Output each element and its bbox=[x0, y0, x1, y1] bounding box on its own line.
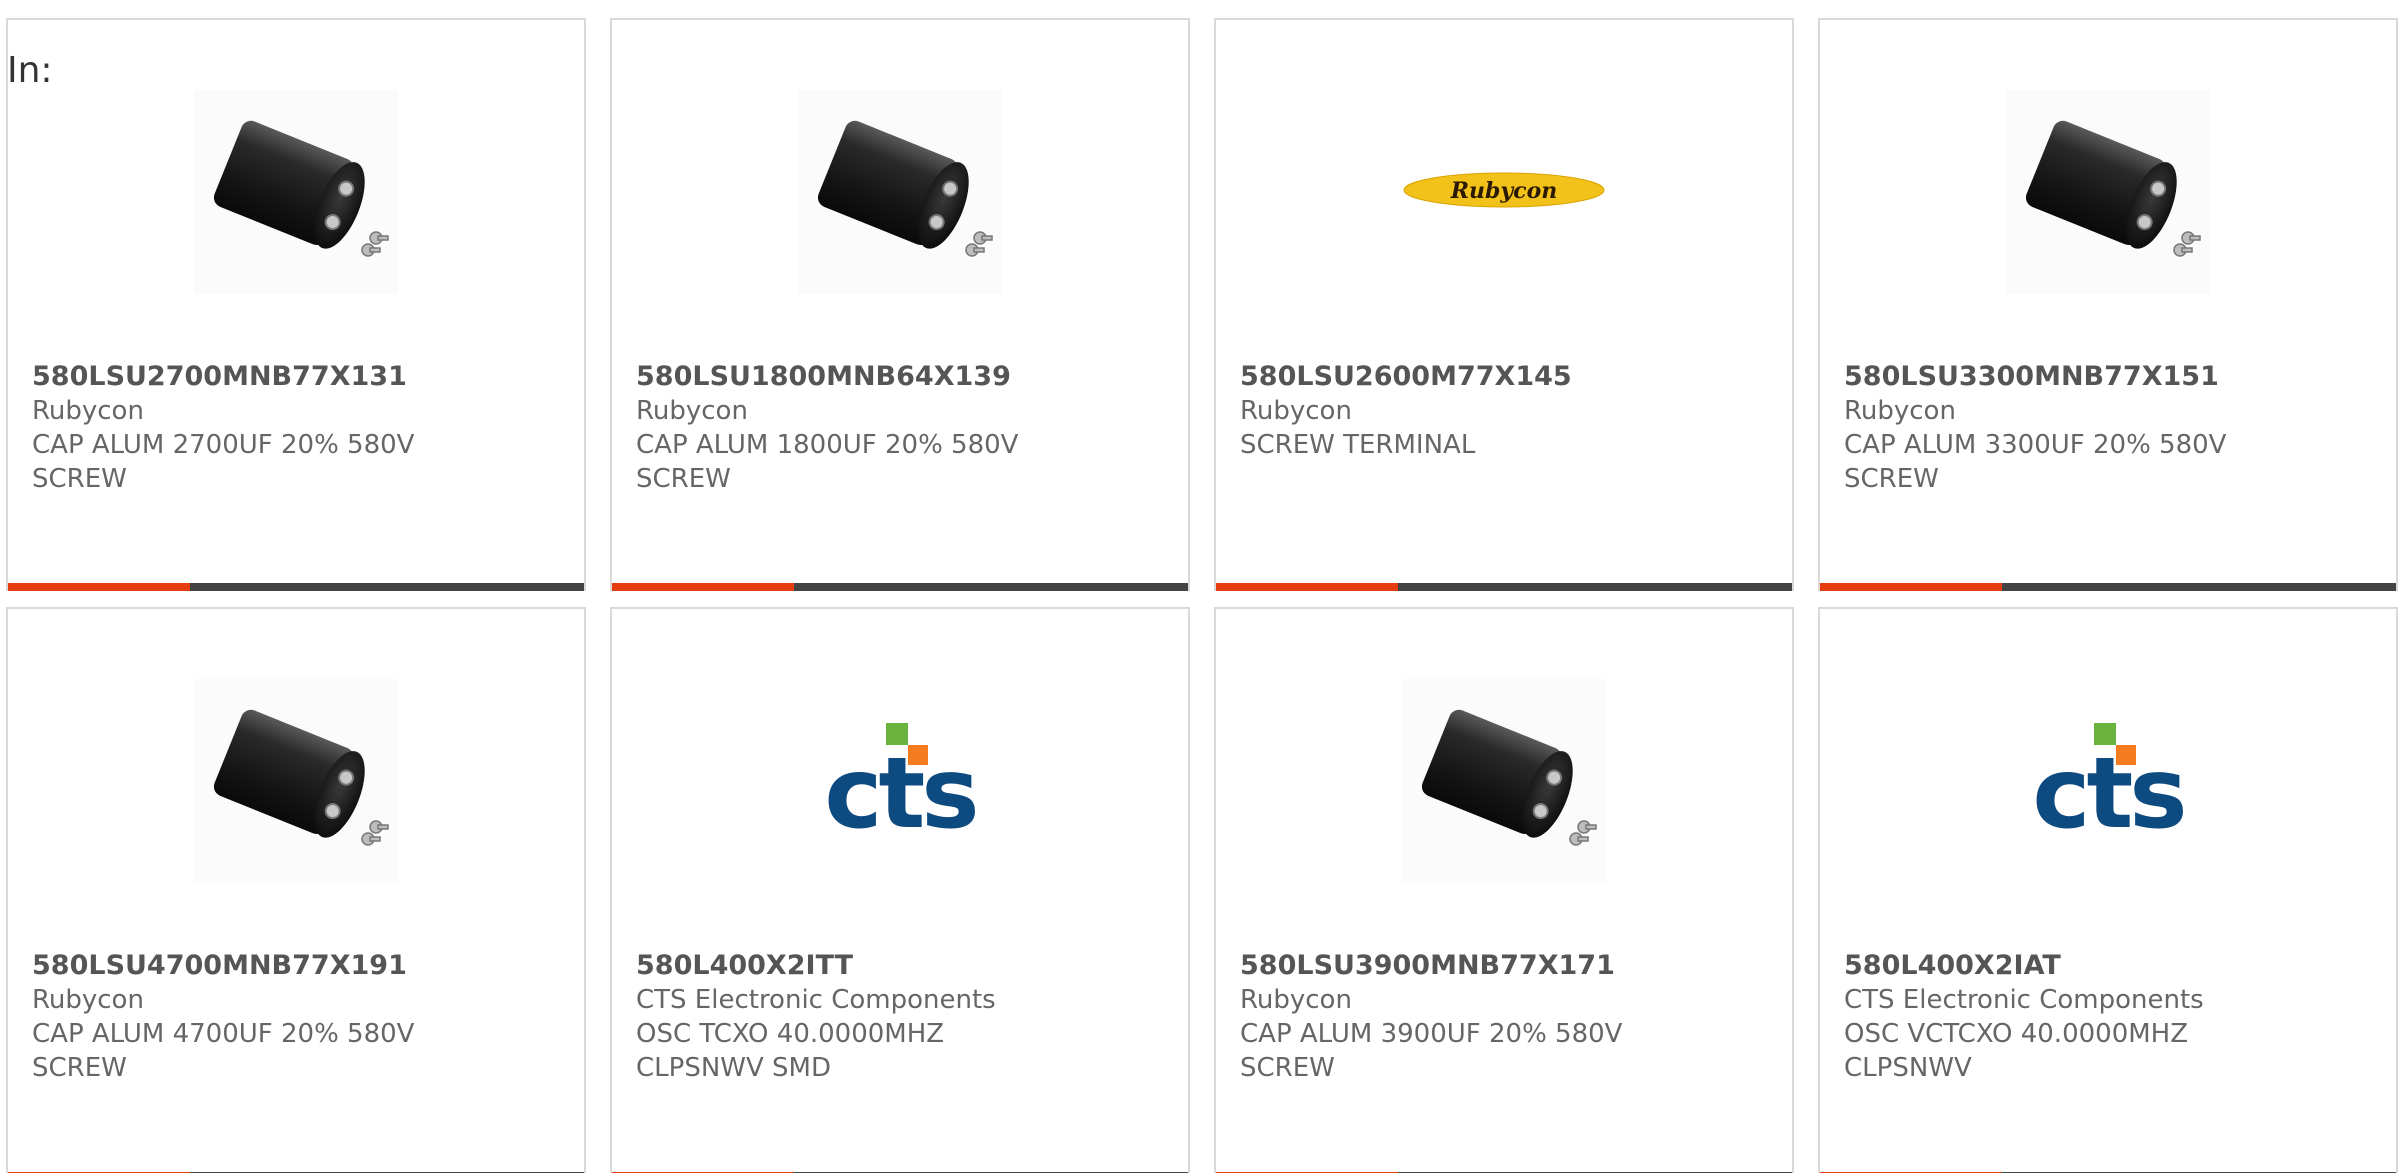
manufacturer-name: CTS Electronic Components bbox=[1844, 985, 2204, 1015]
in-filter-label: In: bbox=[7, 50, 53, 91]
product-card[interactable]: 580LSU4700MNB77X191 Rubycon CAP ALUM 470… bbox=[6, 607, 586, 1173]
capacitor-image bbox=[194, 90, 398, 294]
product-info: 580LSU2600M77X145 Rubycon SCREW TERMINAL bbox=[1240, 360, 1772, 462]
manufacturer-name: Rubycon bbox=[1844, 396, 1956, 426]
card-accent-bar bbox=[1820, 583, 2002, 591]
rubycon-logo: Rubycon bbox=[1403, 172, 1605, 208]
product-card[interactable]: 580LSU3900MNB77X171 Rubycon CAP ALUM 390… bbox=[1214, 607, 1794, 1173]
card-bottom-bar bbox=[8, 583, 584, 591]
product-info: 580LSU3900MNB77X171 Rubycon CAP ALUM 390… bbox=[1240, 949, 1772, 1085]
card-accent-bar bbox=[8, 583, 190, 591]
product-card[interactable]: 580LSU2700MNB77X131 Rubycon CAP ALUM 270… bbox=[6, 18, 586, 591]
product-description-cont: SCREW bbox=[636, 464, 731, 494]
svg-text:Rubycon: Rubycon bbox=[1450, 178, 1558, 204]
svg-text:cts: cts bbox=[2032, 737, 2183, 851]
product-image-slot[interactable] bbox=[194, 90, 398, 294]
product-card[interactable]: cts 580L400X2IAT CTS Electronic Componen… bbox=[1818, 607, 2398, 1173]
card-bottom-bar bbox=[1820, 583, 2396, 591]
product-info: 580LSU1800MNB64X139 Rubycon CAP ALUM 180… bbox=[636, 360, 1168, 496]
part-number-link[interactable]: 580L400X2IAT bbox=[1844, 949, 2376, 983]
manufacturer-name: Rubycon bbox=[636, 396, 748, 426]
product-description-cont: CLPSNWV SMD bbox=[636, 1053, 831, 1083]
product-description: CAP ALUM 2700UF 20% 580V bbox=[32, 430, 415, 460]
part-number-link[interactable]: 580LSU2600M77X145 bbox=[1240, 360, 1772, 394]
product-image-slot[interactable] bbox=[798, 90, 1002, 294]
product-description: CAP ALUM 4700UF 20% 580V bbox=[32, 1019, 415, 1049]
product-image-slot[interactable] bbox=[194, 679, 398, 883]
capacitor-image bbox=[1402, 679, 1606, 883]
product-grid: 580LSU2700MNB77X131 Rubycon CAP ALUM 270… bbox=[6, 18, 2398, 1173]
product-info: 580L400X2IAT CTS Electronic Components O… bbox=[1844, 949, 2376, 1085]
product-image-slot[interactable]: cts bbox=[2006, 679, 2210, 883]
product-description-cont: SCREW bbox=[1240, 1053, 1335, 1083]
capacitor-image bbox=[798, 90, 1002, 294]
part-number-link[interactable]: 580LSU2700MNB77X131 bbox=[32, 360, 564, 394]
product-description: OSC VCTCXO 40.0000MHZ bbox=[1844, 1019, 2189, 1049]
product-image-slot[interactable]: cts bbox=[798, 679, 1002, 883]
product-info: 580LSU3300MNB77X151 Rubycon CAP ALUM 330… bbox=[1844, 360, 2376, 496]
card-bottom-bar bbox=[1216, 583, 1792, 591]
cts-logo: cts bbox=[824, 723, 980, 851]
card-bottom-bar bbox=[612, 583, 1188, 591]
capacitor-image bbox=[2006, 90, 2210, 294]
product-image-slot[interactable] bbox=[1402, 679, 1606, 883]
product-description: CAP ALUM 3300UF 20% 580V bbox=[1844, 430, 2227, 460]
part-number-link[interactable]: 580LSU4700MNB77X191 bbox=[32, 949, 564, 983]
product-description-cont: SCREW bbox=[32, 464, 127, 494]
product-description-cont: SCREW bbox=[32, 1053, 127, 1083]
manufacturer-name: Rubycon bbox=[1240, 985, 1352, 1015]
part-number-link[interactable]: 580L400X2ITT bbox=[636, 949, 1168, 983]
svg-text:cts: cts bbox=[824, 737, 975, 851]
product-description: CAP ALUM 3900UF 20% 580V bbox=[1240, 1019, 1623, 1049]
product-description-cont: CLPSNWV bbox=[1844, 1053, 1972, 1083]
product-info: 580LSU2700MNB77X131 Rubycon CAP ALUM 270… bbox=[32, 360, 564, 496]
product-card[interactable]: cts 580L400X2ITT CTS Electronic Componen… bbox=[610, 607, 1190, 1173]
part-number-link[interactable]: 580LSU3900MNB77X171 bbox=[1240, 949, 1772, 983]
card-accent-bar bbox=[612, 583, 794, 591]
manufacturer-name: Rubycon bbox=[1240, 396, 1352, 426]
manufacturer-name: Rubycon bbox=[32, 396, 144, 426]
product-info: 580LSU4700MNB77X191 Rubycon CAP ALUM 470… bbox=[32, 949, 564, 1085]
cts-logo: cts bbox=[2032, 723, 2188, 851]
product-description: SCREW TERMINAL bbox=[1240, 430, 1476, 460]
product-info: 580L400X2ITT CTS Electronic Components O… bbox=[636, 949, 1168, 1085]
manufacturer-name: Rubycon bbox=[32, 985, 144, 1015]
product-results-page: In: 580LSU2700MNB77X131 Rubycon CAP ALUM… bbox=[0, 0, 2400, 1173]
capacitor-image bbox=[194, 679, 398, 883]
product-card[interactable]: 580LSU1800MNB64X139 Rubycon CAP ALUM 180… bbox=[610, 18, 1190, 591]
product-description-cont: SCREW bbox=[1844, 464, 1939, 494]
product-description: OSC TCXO 40.0000MHZ bbox=[636, 1019, 945, 1049]
product-image-slot[interactable] bbox=[2006, 90, 2210, 294]
part-number-link[interactable]: 580LSU3300MNB77X151 bbox=[1844, 360, 2376, 394]
product-card[interactable]: 580LSU3300MNB77X151 Rubycon CAP ALUM 330… bbox=[1818, 18, 2398, 591]
product-description: CAP ALUM 1800UF 20% 580V bbox=[636, 430, 1019, 460]
card-accent-bar bbox=[1216, 583, 1398, 591]
part-number-link[interactable]: 580LSU1800MNB64X139 bbox=[636, 360, 1168, 394]
product-card[interactable]: Rubycon 580LSU2600M77X145 Rubycon SCREW … bbox=[1214, 18, 1794, 591]
manufacturer-name: CTS Electronic Components bbox=[636, 985, 996, 1015]
product-image-slot[interactable]: Rubycon bbox=[1402, 90, 1606, 294]
